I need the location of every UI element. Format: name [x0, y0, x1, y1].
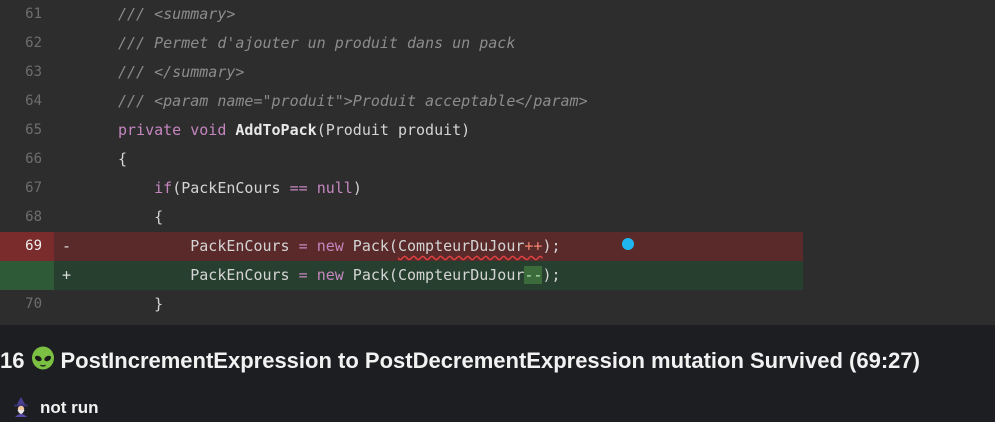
code-token: } [118, 295, 164, 313]
code-text: /// <param name="produit">Produit accept… [118, 87, 588, 116]
diff-line-added: + PackEnCours = new Pack(CompteurDuJour-… [0, 261, 995, 290]
code-line: 70 } [0, 290, 995, 319]
code-line: 65 private void AddToPack(Produit produit… [0, 116, 995, 145]
code-token: = [298, 266, 308, 284]
diff-plus-marker: + [62, 266, 72, 284]
code-text: PackEnCours = new Pack(CompteurDuJour++)… [118, 232, 561, 261]
alien-icon [30, 346, 56, 372]
mutation-description: PostIncrementExpression to PostDecrement… [60, 348, 920, 373]
diff-line-removed: 69- PackEnCours = new Pack(CompteurDuJou… [0, 232, 995, 261]
line-number: 65 [25, 122, 42, 138]
line-number: 67 [25, 180, 42, 196]
code-token: /// <summary> [118, 5, 236, 23]
code-token: PackEnCours [118, 237, 299, 255]
line-number: 66 [25, 151, 42, 167]
code-token: Pack( [343, 237, 398, 255]
code-text: if(PackEnCours == null) [118, 174, 362, 203]
code-line: 66 { [0, 145, 995, 174]
code-token: ++ [524, 237, 543, 255]
code-token: if [154, 179, 173, 197]
code-token: /// Permet d'ajouter un produit dans un … [118, 34, 516, 52]
line-number: 70 [25, 296, 42, 312]
code-token: ); [542, 237, 561, 255]
line-number: 62 [25, 35, 42, 51]
code-token: new [316, 237, 344, 255]
code-text: private void AddToPack(Produit produit) [118, 116, 470, 145]
diff-minus-marker: - [62, 237, 72, 255]
line-number: 69 [0, 232, 54, 261]
line-number: 61 [25, 6, 42, 22]
test-status: not run [10, 396, 99, 420]
line-number: 68 [25, 209, 42, 225]
code-token: private [118, 121, 182, 139]
code-token: PackEnCours [118, 266, 299, 284]
code-token: -- [524, 266, 543, 284]
code-line: 63 /// </summary> [0, 58, 995, 87]
code-token: (PackEnCours [172, 179, 290, 197]
code-token: Pack( [343, 266, 398, 284]
code-token: { [118, 208, 164, 226]
code-line: 62 /// Permet d'ajouter un produit dans u… [0, 29, 995, 58]
test-status-text: not run [40, 398, 99, 417]
code-token: /// </summary> [118, 63, 245, 81]
code-line: 64 /// <param name="produit">Produit acce… [0, 87, 995, 116]
code-text: /// <summary> [118, 0, 235, 29]
wizard-icon [10, 396, 32, 418]
code-text: /// </summary> [118, 58, 244, 87]
code-token: { [118, 150, 128, 168]
code-token: == [289, 179, 308, 197]
code-text: } [118, 290, 163, 319]
code-text: { [118, 145, 127, 174]
code-token: CompteurDuJour [397, 266, 525, 284]
code-token: ) [352, 179, 362, 197]
line-number: 64 [25, 93, 42, 109]
mutation-index: 16 [0, 348, 25, 373]
line-number [0, 261, 54, 290]
code-token: CompteurDuJour [397, 237, 525, 255]
code-token: null [316, 179, 353, 197]
code-token: = [298, 237, 308, 255]
code-line: 61 /// <summary> [0, 0, 995, 29]
code-token: new [316, 266, 344, 284]
line-number: 63 [25, 64, 42, 80]
mutation-title-row: 16 PostIncrementExpression to PostDecrem… [0, 344, 920, 378]
code-text: PackEnCours = new Pack(CompteurDuJour--)… [118, 261, 561, 290]
code-token: ); [542, 266, 561, 284]
code-text: /// Permet d'ajouter un produit dans un … [118, 29, 515, 58]
diff-annotation-dot[interactable] [622, 238, 634, 250]
code-diff-viewer: 61 /// <summary> 62 /// Permet d'ajouter un… [0, 0, 995, 325]
code-token: void [190, 121, 227, 139]
code-token: AddToPack [235, 121, 317, 139]
code-line: 67 if(PackEnCours == null) [0, 174, 995, 203]
code-token: (Produit produit) [316, 121, 471, 139]
code-token: /// <param name="produit">Produit accept… [118, 92, 588, 110]
code-text: { [118, 203, 163, 232]
code-line: 68 { [0, 203, 995, 232]
mutation-report: 61 /// <summary> 62 /// Permet d'ajouter un… [0, 0, 995, 422]
